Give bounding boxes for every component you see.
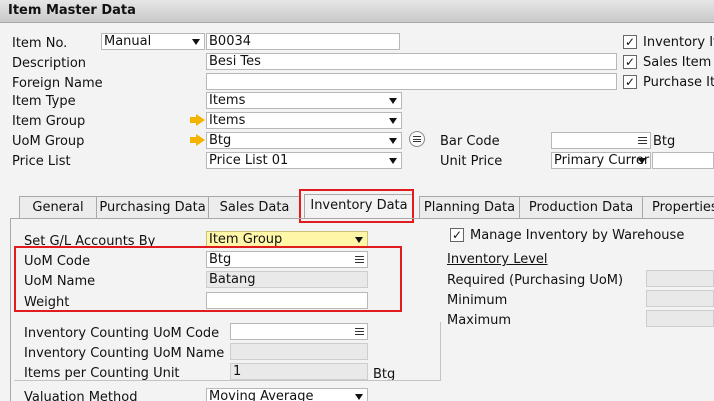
valuation-select[interactable]: Moving Average [206, 388, 368, 401]
inventory-item-label: Inventory It [643, 35, 714, 50]
description-input[interactable]: Besi Tes [206, 53, 617, 70]
item-type-select[interactable]: Items [206, 92, 402, 109]
highlight-box-uom [14, 246, 402, 312]
window-title: Item Master Data [0, 0, 714, 23]
tab-properties[interactable]: Properties [642, 196, 714, 219]
link-arrow-icon[interactable] [190, 114, 205, 126]
item-group-select[interactable]: Items [206, 112, 402, 129]
maximum-input [646, 310, 714, 327]
manage-wh-label: Manage Inventory by Warehouse [470, 228, 685, 243]
description-label: Description [12, 56, 87, 71]
count-uom-code-label: Inventory Counting UoM Code [24, 326, 220, 341]
tab-purchasing-data[interactable]: Purchasing Data [96, 196, 209, 219]
item-type-label: Item Type [12, 94, 76, 109]
price-list-label: Price List [12, 154, 71, 169]
bar-code-label: Bar Code [440, 134, 500, 149]
valuation-label: Valuation Method [24, 390, 138, 401]
tab-planning-data[interactable]: Planning Data [419, 196, 520, 219]
tab-sales-data[interactable]: Sales Data [208, 196, 301, 219]
inventory-item-checkbox[interactable]: ✓ [623, 35, 637, 49]
items-per-count-input: 1 [230, 363, 368, 380]
unit-price-input[interactable] [652, 152, 714, 169]
maximum-label: Maximum [447, 313, 512, 328]
unit-price-label: Unit Price [440, 154, 503, 169]
uom-group-details-icon[interactable] [409, 131, 425, 147]
count-uom-name-label: Inventory Counting UoM Name [24, 346, 225, 361]
currency-select[interactable]: Primary Currer [551, 152, 651, 169]
link-arrow-icon[interactable] [190, 134, 205, 146]
item-no-input[interactable]: B0034 [206, 33, 400, 50]
uom-group-select[interactable]: Btg [206, 132, 402, 149]
minimum-label: Minimum [447, 293, 508, 308]
sales-item-checkbox[interactable]: ✓ [623, 55, 637, 69]
foreign-name-input[interactable] [206, 73, 617, 90]
divider [440, 322, 441, 380]
sales-item-label: Sales Item [643, 55, 712, 70]
required-input [646, 270, 714, 287]
foreign-name-label: Foreign Name [12, 76, 103, 91]
divider [14, 380, 441, 381]
bar-code-unit: Btg [653, 134, 676, 149]
uom-group-label: UoM Group [12, 134, 85, 149]
item-no-label: Item No. [12, 36, 68, 51]
bar-code-input[interactable] [551, 132, 651, 149]
tab-general[interactable]: General [19, 196, 97, 219]
item-group-label: Item Group [12, 114, 86, 129]
purchase-item-checkbox[interactable]: ✓ [623, 75, 637, 89]
count-uom-code-input[interactable] [230, 323, 368, 340]
required-label: Required (Purchasing UoM) [447, 273, 624, 288]
purchase-item-label: Purchase It [643, 75, 714, 90]
item-no-series-select[interactable]: Manual [101, 33, 205, 50]
count-uom-name-input [230, 343, 368, 360]
manage-wh-checkbox[interactable]: ✓ [450, 228, 464, 242]
tab-production-data[interactable]: Production Data [519, 196, 643, 219]
price-list-select[interactable]: Price List 01 [206, 152, 402, 169]
inventory-level-title: Inventory Level [447, 252, 548, 267]
minimum-input [646, 290, 714, 307]
